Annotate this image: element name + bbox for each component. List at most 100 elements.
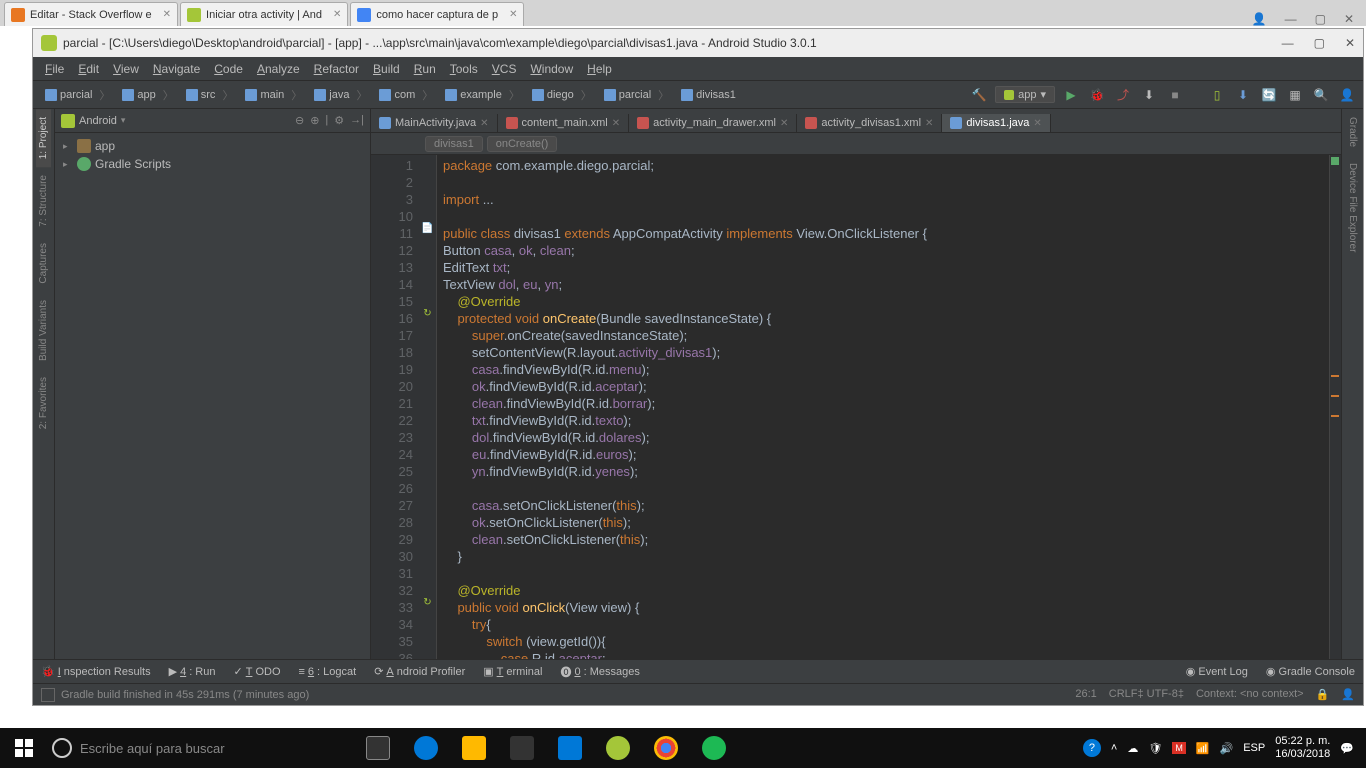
tree-item[interactable]: ▸Gradle Scripts <box>55 155 370 173</box>
menu-view[interactable]: View <box>107 60 145 78</box>
error-stripe[interactable] <box>1329 155 1341 659</box>
breadcrumb-item[interactable]: app <box>116 85 179 105</box>
menu-analyze[interactable]: Analyze <box>251 60 306 78</box>
browser-tab[interactable]: Iniciar otra activity | And✕ <box>180 2 348 26</box>
bottom-tool[interactable]: ✓ TODO <box>233 664 280 680</box>
avd-icon[interactable]: ▯ <box>1207 85 1227 105</box>
expand-icon[interactable]: ⊕ <box>310 114 319 127</box>
close-button[interactable]: ✕ <box>1345 36 1355 50</box>
right-tab[interactable]: Gradle <box>1345 109 1360 155</box>
stop-button[interactable]: ■ <box>1165 85 1185 105</box>
close-icon[interactable]: ✕ <box>509 9 517 20</box>
minimize-button[interactable]: — <box>1282 36 1294 50</box>
editor-tab[interactable]: content_main.xml ✕ <box>498 114 630 132</box>
close-icon[interactable]: ✕ <box>333 9 341 20</box>
menu-vcs[interactable]: VCS <box>486 60 523 78</box>
left-tab[interactable]: 2: Favorites <box>36 369 51 437</box>
bottom-tool[interactable]: ▣ Terminal <box>483 664 542 680</box>
browser-tab[interactable]: como hacer captura de p✕ <box>350 2 524 26</box>
bottom-tool[interactable]: ⓿ 0: Messages <box>560 664 639 680</box>
bottom-tool[interactable]: ≡ 6: Logcat <box>299 664 357 680</box>
menu-build[interactable]: Build <box>367 60 406 78</box>
menu-tools[interactable]: Tools <box>444 60 484 78</box>
editor-crumb[interactable]: onCreate() <box>487 136 558 152</box>
breadcrumb-item[interactable]: parcial <box>39 85 116 105</box>
left-tab[interactable]: Build Variants <box>36 292 51 369</box>
breadcrumb-item[interactable]: main <box>239 85 308 105</box>
tree-item[interactable]: ▸app <box>55 137 370 155</box>
menu-edit[interactable]: Edit <box>72 60 105 78</box>
breadcrumb-item[interactable]: example <box>439 85 526 105</box>
menu-code[interactable]: Code <box>208 60 249 78</box>
help-icon[interactable]: ? <box>1083 739 1101 757</box>
explorer-app[interactable] <box>450 728 498 768</box>
close-icon[interactable]: ✕ <box>780 118 788 129</box>
left-tab[interactable]: Captures <box>36 235 51 292</box>
editor-tab[interactable]: activity_main_drawer.xml ✕ <box>629 114 797 132</box>
hide-icon[interactable]: →| <box>350 114 364 127</box>
android-studio-app[interactable] <box>594 728 642 768</box>
tray-chevron-icon[interactable]: ˄ <box>1111 742 1117 754</box>
close-icon[interactable]: ✕ <box>1033 118 1041 129</box>
bottom-tool[interactable]: 🐞 Inspection Results <box>41 664 151 680</box>
attach-button[interactable]: ⬇ <box>1139 85 1159 105</box>
search-icon[interactable]: 🔍 <box>1311 85 1331 105</box>
bottom-tool[interactable]: ◉ Gradle Console <box>1266 665 1355 678</box>
maximize-icon[interactable]: ▢ <box>1315 12 1326 26</box>
editor-crumb[interactable]: divisas1 <box>425 136 483 152</box>
lock-icon[interactable]: 🔒 <box>1316 688 1330 701</box>
breadcrumb-item[interactable]: src <box>180 85 240 105</box>
breadcrumb-item[interactable]: com <box>373 85 439 105</box>
store-app[interactable] <box>498 728 546 768</box>
collapse-icon[interactable]: ⊖ <box>295 114 304 127</box>
gmail-icon[interactable]: M <box>1172 742 1186 754</box>
warning-marker[interactable] <box>1331 415 1339 417</box>
browser-tab[interactable]: Editar - Stack Overflow e✕ <box>4 2 178 26</box>
editor-tab[interactable]: activity_divisas1.xml ✕ <box>797 114 942 132</box>
run-config-selector[interactable]: app ▾ <box>995 86 1055 103</box>
code-content[interactable]: package com.example.diego.parcial; impor… <box>437 155 1329 659</box>
menu-window[interactable]: Window <box>524 60 579 78</box>
close-icon[interactable]: ✕ <box>163 9 171 20</box>
editor-tab[interactable]: MainActivity.java ✕ <box>371 114 498 132</box>
sync-icon[interactable]: 🔄 <box>1259 85 1279 105</box>
minimize-icon[interactable]: — <box>1285 12 1297 26</box>
editor-tab[interactable]: divisas1.java ✕ <box>942 114 1050 132</box>
breadcrumb-item[interactable]: java <box>308 85 373 105</box>
close-icon[interactable]: ✕ <box>925 118 933 129</box>
volume-icon[interactable]: 🔊 <box>1220 742 1234 755</box>
status-icon[interactable] <box>41 688 55 702</box>
menu-file[interactable]: File <box>39 60 70 78</box>
sdk-icon[interactable]: ⬇ <box>1233 85 1253 105</box>
left-tab[interactable]: 7: Structure <box>36 167 51 235</box>
menu-help[interactable]: Help <box>581 60 618 78</box>
structure-icon[interactable]: ▦ <box>1285 85 1305 105</box>
bottom-tool[interactable]: ◉ Event Log <box>1186 665 1248 678</box>
profile-button[interactable]: ⤴ <box>1113 85 1133 105</box>
breadcrumb-item[interactable]: divisas1 <box>675 85 749 105</box>
left-tab[interactable]: 1: Project <box>36 109 51 167</box>
project-view-title[interactable]: Android <box>79 115 117 127</box>
bottom-tool[interactable]: ▶ 4: Run <box>169 664 216 680</box>
close-icon[interactable]: ✕ <box>1344 12 1354 26</box>
clock[interactable]: 05:22 p. m. 16/03/2018 <box>1275 735 1330 761</box>
menu-run[interactable]: Run <box>408 60 442 78</box>
maximize-button[interactable]: ▢ <box>1314 36 1325 50</box>
close-icon[interactable]: ✕ <box>480 118 488 129</box>
hector-icon[interactable]: 👤 <box>1341 688 1355 701</box>
warning-marker[interactable] <box>1331 375 1339 377</box>
edge-app[interactable] <box>402 728 450 768</box>
notifications-icon[interactable]: 💬 <box>1340 742 1354 755</box>
code-editor[interactable]: 1231011121314151617181920212223242526272… <box>371 155 1341 659</box>
gear-icon[interactable]: ⚙ <box>334 114 344 127</box>
run-button[interactable]: ▶ <box>1061 85 1081 105</box>
user-icon[interactable]: 👤 <box>1337 85 1357 105</box>
hammer-icon[interactable]: 🔨 <box>969 85 989 105</box>
taskbar-search[interactable]: Escribe aquí para buscar <box>44 728 354 768</box>
profile-icon[interactable]: 👤 <box>1252 12 1267 26</box>
mail-app[interactable] <box>546 728 594 768</box>
onedrive-icon[interactable]: ☁ <box>1127 742 1138 755</box>
spotify-app[interactable] <box>690 728 738 768</box>
context-label[interactable]: Context: <no context> <box>1196 688 1304 701</box>
language-indicator[interactable]: ESP <box>1243 742 1265 754</box>
